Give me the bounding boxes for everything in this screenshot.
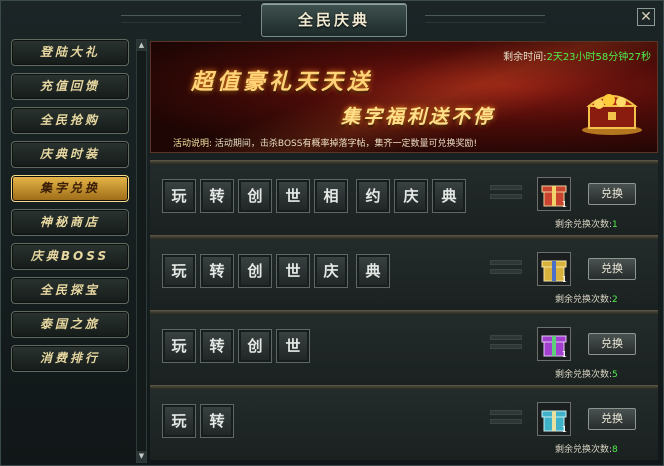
- timer-value: 2天23小时58分钟27秒: [546, 52, 651, 63]
- word-tile: 玩: [162, 329, 196, 363]
- window-frame: 全民庆典 ✕ 登陆大礼 充值回馈 全民抢购 庆典时装 集字兑换 神秘商店 庆典B…: [0, 0, 664, 466]
- word-tile: 约: [356, 179, 390, 213]
- banner-slogan-1: 超值豪礼天天送: [191, 70, 374, 95]
- word-tile: 转: [200, 404, 234, 438]
- title-decoration-left: [121, 15, 241, 23]
- gift-count: 1: [561, 275, 567, 284]
- word-tile: 转: [200, 179, 234, 213]
- remaining-count: 8: [612, 445, 618, 455]
- sidebar-item-spend-rank[interactable]: 消费排行: [11, 345, 129, 372]
- sidebar-item-treasure-hunt[interactable]: 全民探宝: [11, 277, 129, 304]
- remaining-exchanges: 剩余兑换次数:8: [555, 442, 618, 455]
- word-tile: 创: [238, 254, 272, 288]
- word-tile: 创: [238, 329, 272, 363]
- exchange-row: 玩 转 创 世 庆 典 1 兑换 剩余兑换次数:2: [150, 235, 658, 310]
- remaining-label: 剩余兑换次数:: [555, 220, 613, 230]
- row-divider: [150, 386, 658, 389]
- word-tile: 庆: [394, 179, 428, 213]
- arrow-placeholder: [490, 335, 522, 355]
- exchange-row: 玩 转 创 世 相 约 庆 典 1 兑换 剩余兑换次数:1: [150, 160, 658, 235]
- word-tile: 创: [238, 179, 272, 213]
- gift-box-slot[interactable]: 1: [537, 177, 571, 211]
- row-divider: [150, 236, 658, 239]
- sidebar-item-login-gift[interactable]: 登陆大礼: [11, 39, 129, 66]
- gift-box-slot[interactable]: 1: [537, 402, 571, 436]
- word-tile: 典: [356, 254, 390, 288]
- exchange-row: 玩 转 1 兑换 剩余兑换次数:8: [150, 385, 658, 460]
- remaining-count: 5: [612, 370, 618, 380]
- word-tile: 玩: [162, 254, 196, 288]
- word-tile: 庆: [314, 254, 348, 288]
- remaining-label: 剩余兑换次数:: [555, 295, 613, 305]
- remaining-label: 剩余兑换次数:: [555, 370, 613, 380]
- word-tile: 玩: [162, 179, 196, 213]
- sidebar-item-recharge-reward[interactable]: 充值回馈: [11, 73, 129, 100]
- gift-box-slot[interactable]: 1: [537, 327, 571, 361]
- banner-slogan-2: 集字福利送不停: [341, 106, 496, 128]
- sidebar-item-boss[interactable]: 庆典BOSS: [11, 243, 129, 270]
- treasure-chest-icon: [582, 94, 642, 135]
- remaining-count: 1: [612, 220, 618, 230]
- remaining-exchanges: 剩余兑换次数:2: [555, 292, 618, 305]
- exchange-button[interactable]: 兑换: [588, 333, 636, 355]
- close-button[interactable]: ✕: [637, 8, 655, 26]
- word-tile: 转: [200, 329, 234, 363]
- scrollbar[interactable]: ▲ ▼: [136, 39, 147, 463]
- exchange-button[interactable]: 兑换: [588, 408, 636, 430]
- arrow-placeholder: [490, 185, 522, 205]
- sidebar: 登陆大礼 充值回馈 全民抢购 庆典时装 集字兑换 神秘商店 庆典BOSS 全民探…: [7, 39, 131, 461]
- word-tile: 世: [276, 329, 310, 363]
- arrow-placeholder: [490, 260, 522, 280]
- scroll-up-arrow-icon[interactable]: ▲: [137, 40, 146, 51]
- word-tile: 典: [432, 179, 466, 213]
- event-banner: 剩余时间:2天23小时58分钟27秒 超值豪礼天天送 集字福利送不停 活动说明:…: [150, 41, 658, 153]
- arrow-placeholder: [490, 410, 522, 430]
- sidebar-item-mystery-shop[interactable]: 神秘商店: [11, 209, 129, 236]
- exchange-button[interactable]: 兑换: [588, 258, 636, 280]
- sidebar-item-fashion[interactable]: 庆典时装: [11, 141, 129, 168]
- sidebar-item-word-exchange[interactable]: 集字兑换: [11, 175, 129, 202]
- remaining-count: 2: [612, 295, 618, 305]
- word-tile: 玩: [162, 404, 196, 438]
- title-decoration-right: [425, 15, 545, 23]
- remaining-exchanges: 剩余兑换次数:1: [555, 217, 618, 230]
- row-divider: [150, 311, 658, 314]
- gift-count: 1: [561, 425, 567, 434]
- sidebar-item-thailand-trip[interactable]: 泰国之旅: [11, 311, 129, 338]
- activity-description-text: 活动期间，击杀BOSS有概率掉落字帖，集齐一定数量可兑换奖励!: [214, 139, 478, 149]
- timer-label: 剩余时间:: [503, 52, 547, 63]
- exchange-row: 玩 转 创 世 1 兑换 剩余兑换次数:5: [150, 310, 658, 385]
- row-divider: [150, 161, 658, 164]
- remaining-label: 剩余兑换次数:: [555, 445, 613, 455]
- exchange-button[interactable]: 兑换: [588, 183, 636, 205]
- word-tile: 世: [276, 179, 310, 213]
- gift-count: 1: [561, 200, 567, 209]
- word-tile: 世: [276, 254, 310, 288]
- remaining-exchanges: 剩余兑换次数:5: [555, 367, 618, 380]
- gift-count: 1: [561, 350, 567, 359]
- word-tile: 相: [314, 179, 348, 213]
- gift-box-slot[interactable]: 1: [537, 252, 571, 286]
- activity-description: 活动说明: 活动期间，击杀BOSS有概率掉落字帖，集齐一定数量可兑换奖励!: [173, 136, 477, 149]
- activity-description-label: 活动说明:: [173, 139, 213, 149]
- window-title: 全民庆典: [261, 3, 407, 37]
- sidebar-item-flash-sale[interactable]: 全民抢购: [11, 107, 129, 134]
- scroll-down-arrow-icon[interactable]: ▼: [137, 451, 146, 462]
- countdown-timer: 剩余时间:2天23小时58分钟27秒: [503, 48, 651, 63]
- word-tile: 转: [200, 254, 234, 288]
